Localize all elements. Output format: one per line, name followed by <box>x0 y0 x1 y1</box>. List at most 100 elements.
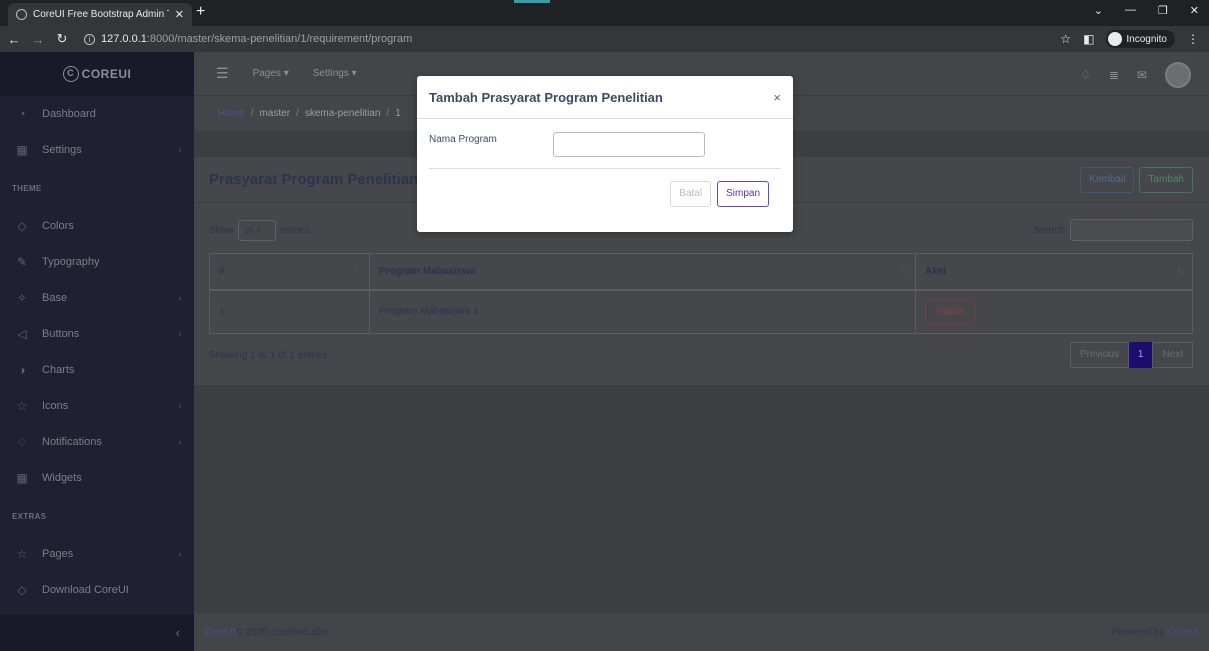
drop-icon: ◇ <box>17 219 27 233</box>
footer-powered-by: Powered by <box>1111 626 1168 638</box>
sidebar-section-theme: THEME <box>12 183 42 193</box>
url-host: 127.0.0.1 <box>101 33 147 45</box>
sidebar-minimizer[interactable]: ‹ <box>0 615 194 651</box>
sidebar-item-settings[interactable]: ▦ Settings ‹ <box>0 132 194 168</box>
globe-icon <box>16 9 27 20</box>
close-tab-icon[interactable]: ✕ <box>175 8 184 21</box>
sort-icon: ↑↓ <box>354 266 362 275</box>
table-row: 1 Program Mahasiswa 1 Hapus <box>209 289 1193 334</box>
back-icon[interactable]: ← <box>4 32 24 47</box>
sidepanel-icon[interactable]: ◧ <box>1083 32 1094 46</box>
header-nav-settings[interactable]: Settings ▾ <box>313 68 357 79</box>
sidebar-section-extras: EXTRAS <box>12 511 47 521</box>
delete-button[interactable]: Hapus <box>925 298 976 325</box>
chevron-left-icon: ‹ <box>178 548 182 560</box>
add-button[interactable]: Tambah <box>1139 167 1193 193</box>
entries-label: entries <box>280 224 311 236</box>
sidebar-item-pages[interactable]: ☆ Pages ‹ <box>0 536 194 572</box>
next-button[interactable]: Next <box>1152 342 1193 368</box>
url-path: :8000/master/skema-penelitian/1/requirem… <box>146 33 413 45</box>
sidebar-item-base[interactable]: ✧ Base ‹ <box>0 280 194 316</box>
browser-tab[interactable]: CoreUI Free Bootstrap Admin Te ✕ <box>8 3 192 26</box>
sidebar-item-download[interactable]: ◇ Download CoreUI <box>0 572 194 608</box>
tab-title: CoreUI Free Bootstrap Admin Te <box>33 9 169 20</box>
hamburger-icon[interactable]: ☰ <box>216 65 229 82</box>
sidebar-item-label: Pages <box>42 548 74 560</box>
info-icon[interactable]: i <box>84 33 95 45</box>
chevron-down-icon[interactable]: ⌄ <box>1094 4 1103 17</box>
sidebar-item-label: Notifications <box>42 436 102 448</box>
cell-program: Program Mahasiswa 1 <box>369 289 916 334</box>
app-footer: CoreUI © 2020 creativeLabs. Powered by C… <box>194 612 1209 651</box>
add-program-modal: Tambah Prasyarat Program Penelitian × Na… <box>417 76 793 232</box>
nama-program-input[interactable] <box>553 132 705 157</box>
cloud-download-icon: ◇ <box>17 583 27 597</box>
bell-icon: ♢ <box>16 435 28 449</box>
kebab-menu-icon[interactable]: ⋮ <box>1187 32 1199 46</box>
chevron-left-icon: ‹ <box>178 436 182 448</box>
brand-logo[interactable]: C COREUI <box>0 52 194 96</box>
column-header-no[interactable]: # ↑↓ <box>209 253 370 291</box>
speedometer-icon: ◔ <box>18 107 26 121</box>
footer-copyright: © 2020 creativeLabs. <box>235 626 331 638</box>
save-button[interactable]: Simpan <box>717 181 769 207</box>
avatar[interactable] <box>1165 62 1191 88</box>
cell-no: 1 <box>209 289 370 334</box>
bell-icon[interactable]: ♢ <box>1080 68 1091 82</box>
table-info: Showing 1 to 1 of 1 entries <box>209 349 328 361</box>
restore-icon[interactable]: ❐ <box>1158 4 1168 17</box>
star-icon: ☆ <box>16 547 28 561</box>
sidebar-item-dashboard[interactable]: ◔ Dashboard <box>0 96 194 132</box>
list-icon[interactable]: ≣ <box>1109 68 1119 82</box>
sidebar-item-typography[interactable]: ✎ Typography <box>0 244 194 280</box>
search-input[interactable] <box>1070 219 1193 241</box>
cancel-button[interactable]: Batal <box>670 181 712 207</box>
search-label: Search: <box>1033 224 1068 236</box>
page-1-button[interactable]: 1 <box>1128 342 1153 368</box>
incognito-icon <box>1108 32 1123 46</box>
footer-powered-link[interactable]: CoreUI <box>1167 627 1199 638</box>
breadcrumb-id[interactable]: 1 <box>395 108 401 119</box>
column-header-program[interactable]: Program Mahasiswa ↑↓ <box>369 253 916 291</box>
close-window-icon[interactable]: ✕ <box>1190 4 1199 17</box>
breadcrumb-separator: / <box>386 108 390 119</box>
back-button[interactable]: Kembali <box>1080 167 1135 193</box>
sidebar-item-label: Typography <box>42 256 100 268</box>
sidebar-item-label: Dashboard <box>42 108 96 120</box>
star-bookmark-icon[interactable]: ☆ <box>1060 32 1071 46</box>
breadcrumb-master[interactable]: master <box>259 108 290 119</box>
url-field[interactable]: i 127.0.0.1 :8000/master/skema-penelitia… <box>84 33 412 45</box>
breadcrumb-separator: / <box>296 108 299 119</box>
close-icon[interactable]: × <box>773 90 781 105</box>
breadcrumb-home[interactable]: Home <box>218 108 245 119</box>
new-tab-icon[interactable]: + <box>196 4 205 20</box>
sidebar-item-label: Buttons <box>42 328 80 340</box>
sidebar: C COREUI ◔ Dashboard ▦ Settings ‹ THEME … <box>0 52 194 651</box>
reload-icon[interactable]: ↻ <box>52 31 72 47</box>
footer-coreui-link[interactable]: CoreUI <box>204 627 236 638</box>
sidebar-item-icons[interactable]: ☆ Icons ‹ <box>0 388 194 424</box>
forward-icon[interactable]: → <box>28 32 48 47</box>
browser-tabbar: CoreUI Free Bootstrap Admin Te ✕ + ⌄ — ❐… <box>0 0 1209 26</box>
sidebar-item-label: Settings <box>42 144 82 156</box>
sidebar-item-buttons[interactable]: ◁ Buttons ‹ <box>0 316 194 352</box>
envelope-icon[interactable]: ✉ <box>1137 68 1147 82</box>
sidebar-item-notifications[interactable]: ♢ Notifications ‹ <box>0 424 194 460</box>
entries-length-select[interactable]: 10 ⇕ <box>238 219 277 241</box>
column-header-aksi[interactable]: Aksi ↑↓ <box>915 253 1193 291</box>
sidebar-item-charts[interactable]: ◑ Charts <box>0 352 194 388</box>
header-nav-pages[interactable]: Pages ▾ <box>253 68 289 79</box>
minimize-icon[interactable]: — <box>1125 4 1136 17</box>
previous-button[interactable]: Previous <box>1069 342 1129 368</box>
star-icon: ☆ <box>16 399 28 413</box>
sidebar-item-colors[interactable]: ◇ Colors <box>0 208 194 244</box>
breadcrumb-skema[interactable]: skema-penelitian <box>305 108 381 119</box>
grid-icon: ▦ <box>16 143 28 157</box>
data-table: # ↑↓ Program Mahasiswa ↑↓ Aksi ↑↓ 1 Program… <box>209 253 1193 334</box>
incognito-badge[interactable]: Incognito <box>1106 30 1175 48</box>
sidebar-item-widgets[interactable]: ▦ Widgets <box>0 460 194 496</box>
calculator-icon: ▦ <box>16 471 28 485</box>
brand-name: COREUI <box>81 67 132 81</box>
sidebar-item-label: Widgets <box>42 472 82 484</box>
puzzle-icon: ✧ <box>16 291 28 305</box>
